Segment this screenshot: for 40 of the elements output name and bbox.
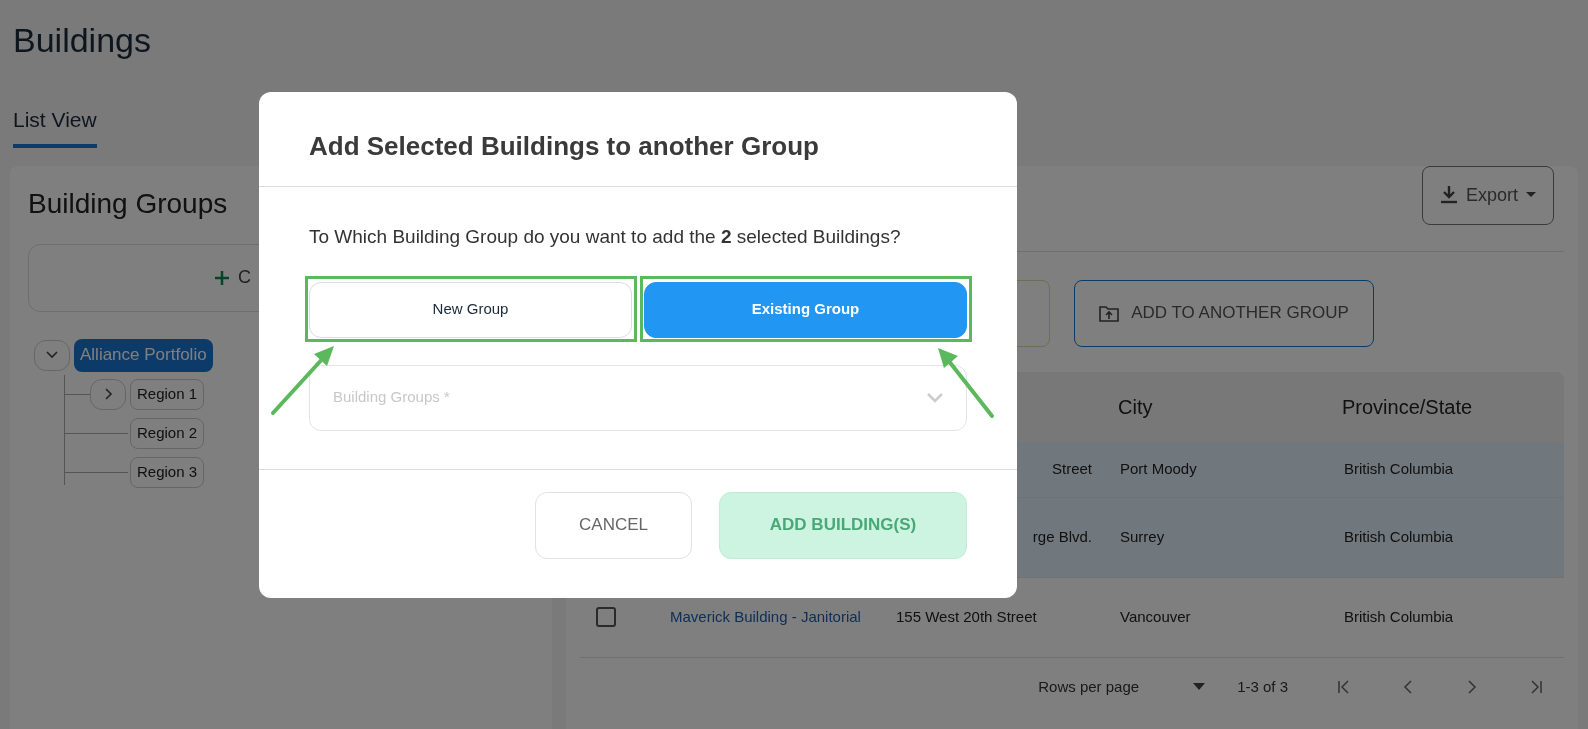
tree-item[interactable]: Region 3 bbox=[130, 456, 205, 488]
tree-item[interactable]: Region 1 bbox=[130, 378, 205, 410]
create-label: C bbox=[238, 266, 251, 289]
tree-item[interactable]: Alliance Portfolio bbox=[74, 338, 213, 372]
group-option[interactable]: Existing Group bbox=[644, 281, 967, 338]
table-cell-text: British Columbia bbox=[1344, 526, 1455, 547]
table-cell-text: Street bbox=[1050, 458, 1093, 479]
expand-toggle[interactable] bbox=[90, 378, 126, 410]
column-header[interactable]: City bbox=[1118, 391, 1342, 422]
plus-icon bbox=[214, 269, 230, 286]
table-cell-text: British Columbia bbox=[1344, 458, 1455, 479]
export-button[interactable]: Export bbox=[1422, 165, 1554, 225]
dropdown-caret-icon[interactable] bbox=[1193, 682, 1206, 691]
dialog-title: Add Selected Buildings to another Group bbox=[259, 92, 1017, 187]
add-to-group-button[interactable]: ADD TO ANOTHER GROUP bbox=[1074, 279, 1374, 347]
group-option[interactable]: New Group bbox=[309, 281, 632, 338]
tree-item[interactable]: Region 2 bbox=[130, 417, 205, 449]
table-cell-text: Surrey bbox=[1120, 526, 1166, 547]
table-cell-text: 155 West 20th Street bbox=[896, 606, 1038, 627]
collapse-toggle[interactable] bbox=[34, 339, 70, 371]
page-title: Buildings bbox=[13, 20, 152, 61]
rows-per-page-label: Rows per page bbox=[1038, 676, 1140, 697]
building-link[interactable]: Maverick Building - Janitorial bbox=[670, 608, 861, 625]
row-checkbox[interactable] bbox=[596, 607, 616, 627]
chevron-down-icon bbox=[927, 392, 943, 403]
first-page-icon[interactable] bbox=[1336, 678, 1352, 695]
tab[interactable]: List View bbox=[13, 104, 97, 148]
last-page-icon[interactable] bbox=[1528, 678, 1544, 695]
sidebar-title: Building Groups bbox=[28, 186, 229, 221]
page-range: 1-3 of 3 bbox=[1237, 676, 1288, 697]
table-cell-text: Port Moody bbox=[1120, 458, 1198, 479]
arrow bbox=[270, 344, 336, 416]
caret-icon bbox=[1526, 192, 1536, 198]
dialog-question: To Which Building Group do you want to add the 2 selected Buildings? bbox=[309, 225, 902, 249]
download-icon bbox=[1440, 185, 1458, 205]
folder-upload-icon bbox=[1099, 304, 1120, 322]
cancel-button[interactable]: CANCEL bbox=[535, 491, 692, 559]
table-cell-text: Vancouver bbox=[1120, 606, 1192, 627]
column-header[interactable]: Province/State bbox=[1342, 391, 1562, 422]
table-cell-text: British Columbia bbox=[1344, 606, 1455, 627]
